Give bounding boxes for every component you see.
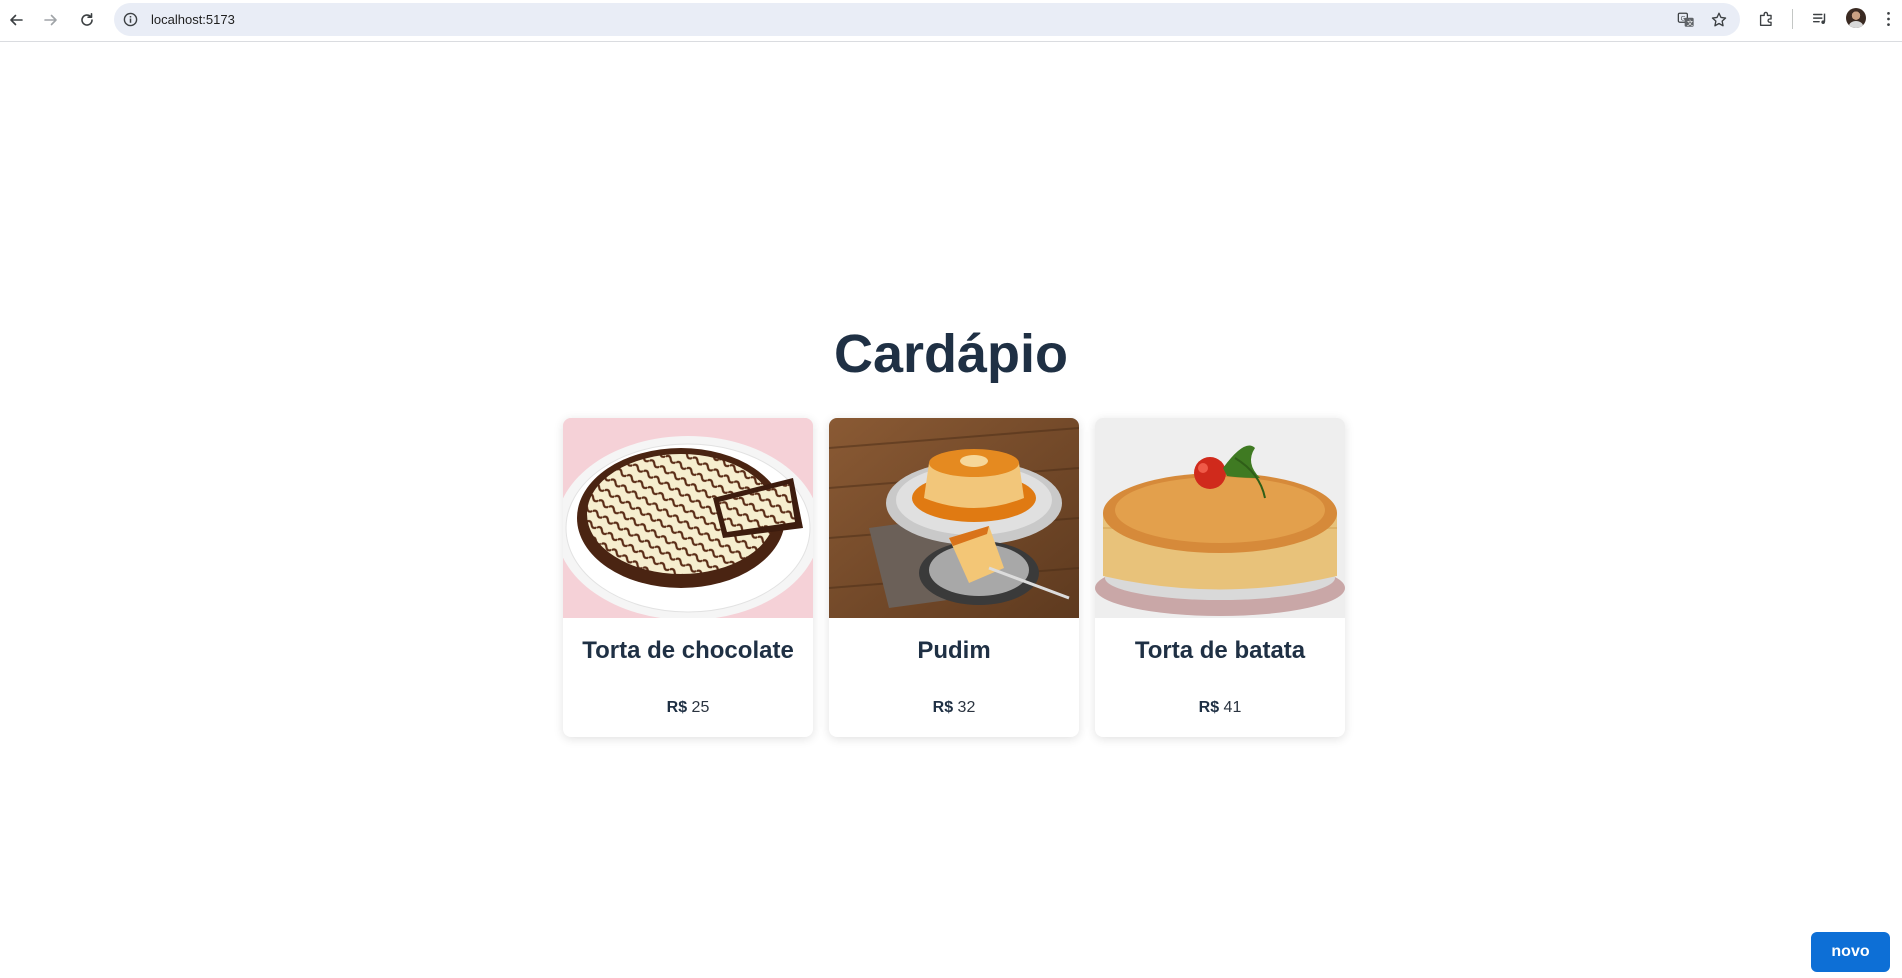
arrow-right-icon [44, 14, 57, 26]
currency-label: R$ [666, 699, 688, 716]
menu-card-list: Torta de chocolate R$ 25 Pudim R$ 32 Tor… [563, 418, 1346, 738]
reload-icon [81, 13, 93, 26]
chocolate-tart-image [563, 418, 813, 618]
potato-pie-image [1095, 418, 1345, 618]
price-value: 25 [691, 699, 710, 716]
svg-text:G: G [1681, 15, 1686, 22]
currency-label: R$ [1198, 699, 1220, 716]
arrow-left-icon [10, 14, 23, 26]
url-text[interactable]: localhost:5173 [151, 11, 235, 28]
menu-card[interactable]: Torta de batata R$ 41 [1095, 418, 1345, 737]
new-item-button[interactable]: novo [1811, 932, 1890, 972]
extensions-icon[interactable] [1755, 8, 1777, 30]
media-controls-icon[interactable] [1809, 8, 1831, 30]
page-title: Cardápio [833, 324, 1069, 384]
kebab-menu-icon[interactable] [1881, 8, 1895, 30]
back-button[interactable] [2, 6, 30, 34]
svg-text:文: 文 [1687, 18, 1694, 27]
address-bar[interactable]: localhost:5173 G 文 [114, 3, 1740, 36]
reload-button[interactable] [73, 6, 101, 34]
site-info-icon[interactable] [122, 11, 139, 28]
menu-item-name: Torta de chocolate [582, 637, 794, 664]
currency-label: R$ [932, 699, 954, 716]
browser-toolbar: localhost:5173 G 文 [0, 0, 1902, 42]
price-value: 32 [957, 699, 976, 716]
menu-item-price: R$ 41 [1095, 698, 1345, 718]
bookmark-star-icon[interactable] [1709, 10, 1729, 30]
menu-card[interactable]: Pudim R$ 32 [829, 418, 1079, 737]
profile-avatar[interactable] [1846, 8, 1866, 28]
price-value: 41 [1223, 699, 1242, 716]
menu-item-name: Torta de batata [1134, 637, 1306, 664]
translate-icon[interactable]: G 文 [1676, 10, 1696, 30]
flan-pudding-image [829, 418, 1079, 618]
menu-card[interactable]: Torta de chocolate R$ 25 [563, 418, 813, 737]
forward-button[interactable] [37, 6, 65, 34]
menu-item-price: R$ 25 [563, 698, 813, 718]
menu-item-price: R$ 32 [829, 698, 1079, 718]
toolbar-divider [1792, 9, 1793, 29]
menu-item-name: Pudim [917, 637, 991, 664]
